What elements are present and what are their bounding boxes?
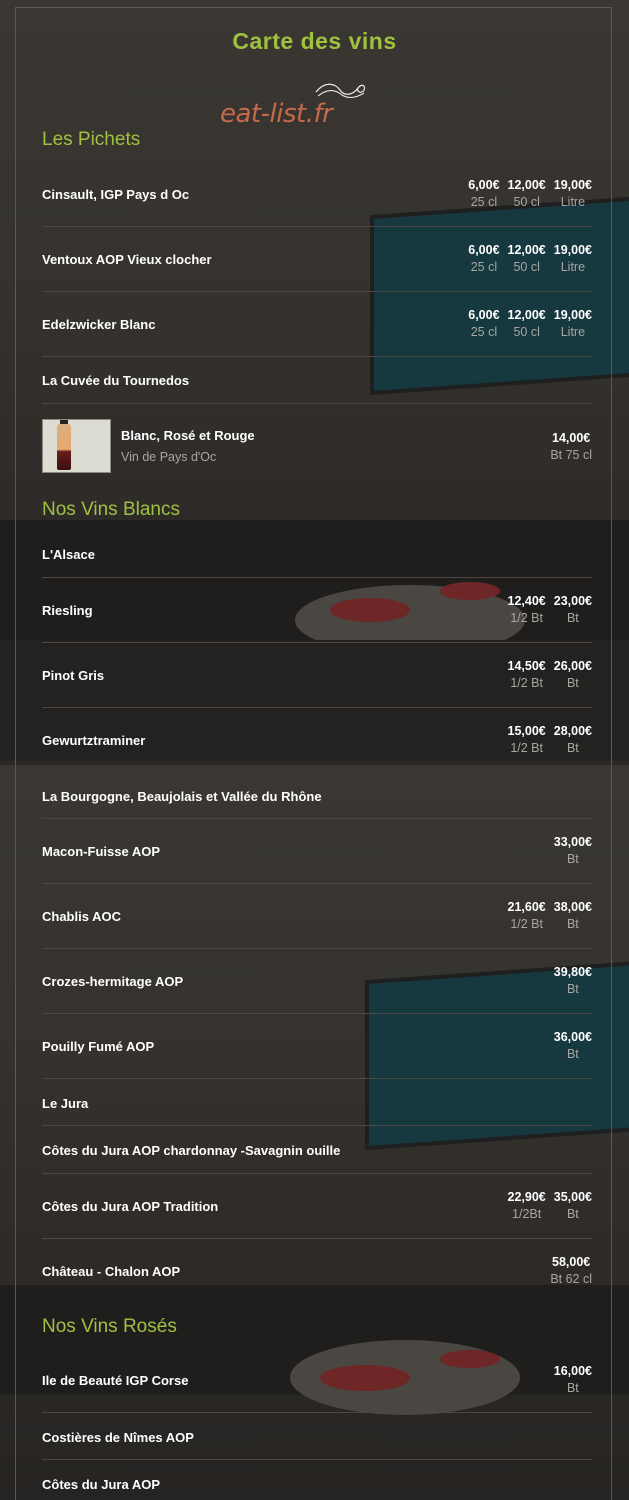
price-unit: 25 cl — [470, 325, 498, 339]
section-title-blancs: Nos Vins Blancs — [42, 499, 180, 520]
price-value: 6,00€ — [468, 308, 500, 322]
wine-name: Pinot Gris — [42, 668, 105, 683]
price-unit: 1/2Bt — [512, 1207, 542, 1221]
price-value: 14,00€ — [552, 431, 591, 445]
wine-row: Crozes-hermitage AOP 39,80€ Bt — [42, 950, 592, 1014]
price-value: 23,00€ — [553, 594, 592, 608]
price-unit: Litre — [560, 325, 586, 339]
wine-row: Ile de Beauté IGP Corse 16,00€ Bt — [42, 1349, 592, 1413]
price-value: 19,00€ — [553, 243, 592, 257]
price-unit: 25 cl — [470, 195, 498, 209]
price-unit: 50 cl — [513, 325, 540, 339]
price-value: 39,80€ — [553, 965, 592, 979]
logo: eat-list.fr — [220, 99, 333, 129]
wine-name: Crozes-hermitage AOP — [42, 974, 184, 989]
price-value: 35,00€ — [553, 1190, 592, 1204]
price-value: 19,00€ — [553, 178, 592, 192]
price-unit: Bt — [566, 982, 579, 996]
wine-row: Chablis AOC 21,60€ 1/2 Bt 38,00€ Bt — [42, 885, 592, 949]
price-unit: Litre — [560, 260, 586, 274]
wine-name: Côtes du Jura AOP chardonnay -Savagnin o… — [42, 1143, 341, 1158]
price-value: 58,00€ — [552, 1255, 591, 1269]
wine-bottle-thumbnail-icon — [42, 419, 111, 473]
wine-name: La Cuvée du Tournedos — [42, 373, 190, 388]
wine-row: Pinot Gris 14,50€ 1/2 Bt 26,00€ Bt — [42, 644, 592, 708]
wine-row: Château - Chalon AOP 58,00€ Bt 62 cl — [42, 1240, 592, 1304]
price-value: 22,90€ — [507, 1190, 546, 1204]
price-unit: Bt — [566, 1381, 579, 1395]
price-value: 19,00€ — [553, 308, 592, 322]
wine-row: Cinsault, IGP Pays d Oc 6,00€ 25 cl 12,00… — [42, 163, 592, 227]
wine-name: Ventoux AOP Vieux clocher — [42, 252, 212, 267]
wine-row: Edelzwicker Blanc 6,00€ 25 cl 12,00€ 50 cl… — [42, 293, 592, 357]
price-value: 6,00€ — [468, 178, 500, 192]
price-value: 12,00€ — [507, 243, 546, 257]
section-title-roses: Nos Vins Rosés — [42, 1316, 177, 1337]
price-value: 14,50€ — [507, 659, 546, 673]
price-unit: 1/2 Bt — [510, 917, 543, 931]
price-unit: 1/2 Bt — [510, 676, 543, 690]
wine-subheading-row: La Bourgogne, Beaujolais et Vallée du Rh… — [42, 773, 592, 819]
wine-name: Côtes du Jura AOP Tradition — [42, 1199, 219, 1214]
price-unit: Bt — [566, 917, 579, 931]
wine-row-with-image: Blanc, Rosé et Rouge Vin de Pays d'Oc 14… — [42, 405, 592, 480]
wine-row: Pouilly Fumé AOP 36,00€ Bt — [42, 1015, 592, 1079]
wine-name: Ile de Beauté IGP Corse — [42, 1373, 189, 1388]
wine-name: Edelzwicker Blanc — [42, 317, 156, 332]
section-title-pichets: Les Pichets — [42, 129, 141, 150]
wine-name: Macon-Fuisse AOP — [42, 844, 160, 859]
wine-row: Macon-Fuisse AOP 33,00€ Bt — [42, 820, 592, 884]
price-unit: Litre — [560, 195, 586, 209]
wine-subheading-row: Côtes du Jura AOP chardonnay -Savagnin o… — [42, 1127, 592, 1174]
price-unit: Bt — [566, 676, 579, 690]
price-unit: 50 cl — [513, 195, 540, 209]
price-value: 36,00€ — [553, 1030, 592, 1044]
price-unit: Bt — [566, 852, 579, 866]
wine-name: Le Jura — [42, 1096, 89, 1111]
wine-name: Chablis AOC — [42, 909, 121, 924]
price-unit: 1/2 Bt — [510, 611, 543, 625]
wine-name: Gewurtztraminer — [42, 733, 146, 748]
wine-name: L'Alsace — [42, 547, 95, 562]
price-unit: Bt — [566, 1047, 579, 1061]
wine-row: Ventoux AOP Vieux clocher 6,00€ 25 cl 12,… — [42, 228, 592, 292]
wine-row: Riesling 12,40€ 1/2 Bt 23,00€ Bt — [42, 579, 592, 643]
price-unit: Bt 62 cl — [550, 1272, 592, 1286]
wine-name: Cinsault, IGP Pays d Oc — [42, 187, 190, 202]
wine-name: La Bourgogne, Beaujolais et Vallée du Rh… — [42, 789, 322, 804]
price-unit: Bt — [566, 1207, 579, 1221]
wine-subheading-row: Côtes du Jura AOP — [42, 1461, 592, 1500]
wine-subheading-row: L'Alsace — [42, 532, 592, 578]
price-unit: Bt 75 cl — [550, 448, 592, 462]
wine-name: Côtes du Jura AOP — [42, 1477, 160, 1492]
wine-subheading-row: Costières de Nîmes AOP — [42, 1414, 592, 1460]
price-value: 6,00€ — [468, 243, 500, 257]
wine-name: Pouilly Fumé AOP — [42, 1039, 155, 1054]
price-value: 12,40€ — [507, 594, 546, 608]
wine-subheading-row: Le Jura — [42, 1080, 592, 1126]
price-unit: Bt — [566, 741, 579, 755]
wine-name: Costières de Nîmes AOP — [42, 1430, 194, 1445]
wine-name: Château - Chalon AOP — [42, 1264, 181, 1279]
price-unit: 50 cl — [513, 260, 540, 274]
wine-row: Côtes du Jura AOP Tradition 22,90€ 1/2Bt … — [42, 1175, 592, 1239]
price-unit: 25 cl — [470, 260, 498, 274]
price-value: 21,60€ — [507, 900, 546, 914]
price-value: 16,00€ — [553, 1364, 592, 1378]
price-value: 26,00€ — [553, 659, 592, 673]
price-value: 15,00€ — [507, 724, 546, 738]
wine-name: Blanc, Rosé et Rouge — [121, 428, 255, 443]
price-value: 33,00€ — [553, 835, 592, 849]
price-value: 28,00€ — [553, 724, 592, 738]
price-value: 12,00€ — [507, 308, 546, 322]
page-title: Carte des vins — [232, 28, 397, 54]
price-unit: 1/2 Bt — [510, 741, 543, 755]
wine-subtitle: Vin de Pays d'Oc — [121, 450, 217, 464]
wine-name: Riesling — [42, 603, 93, 618]
wine-row: Gewurtztraminer 15,00€ 1/2 Bt 28,00€ Bt — [42, 709, 592, 773]
price-unit: Bt — [566, 611, 579, 625]
price-value: 12,00€ — [507, 178, 546, 192]
wine-subheading-row: La Cuvée du Tournedos — [42, 358, 592, 404]
price-value: 38,00€ — [553, 900, 592, 914]
